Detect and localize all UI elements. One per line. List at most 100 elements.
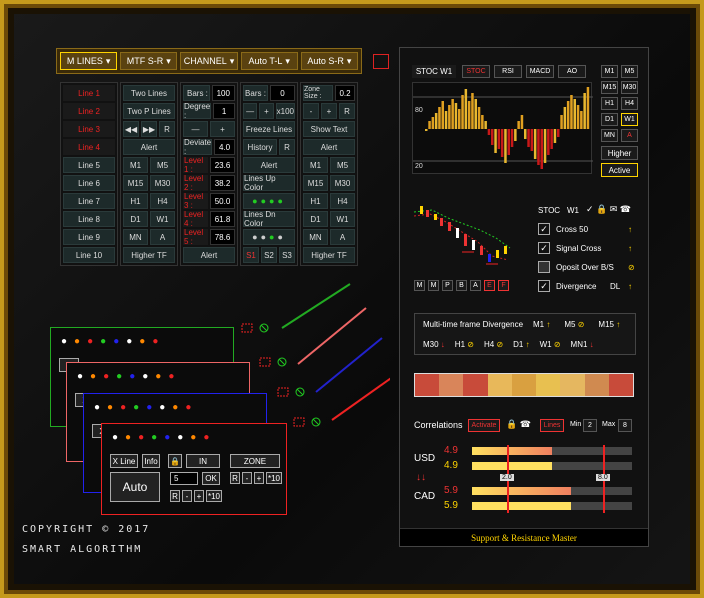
tf-a[interactable]: A [150, 229, 175, 245]
tf-w1[interactable]: W1 [150, 211, 175, 227]
m-lines-dropdown[interactable]: M LINES ▾ [60, 52, 118, 70]
tf-m1[interactable]: M1 [303, 157, 328, 173]
auto-button[interactable]: Auto [110, 472, 160, 502]
tf-m5[interactable]: M5 [150, 157, 175, 173]
value-input[interactable]: 5 [170, 472, 198, 485]
tf-m5[interactable]: M5 [621, 65, 638, 78]
tab-macd[interactable]: MACD [526, 65, 554, 78]
reset-button[interactable]: R [170, 490, 180, 502]
line-button[interactable]: Line 10 [63, 247, 115, 263]
level-input[interactable]: 78.6 [210, 229, 235, 245]
minus-button[interactable]: - [242, 472, 252, 484]
dashed-square-icon[interactable] [293, 417, 305, 427]
letter-button[interactable]: M [414, 280, 425, 291]
s1-button[interactable]: S1 [243, 247, 259, 263]
dashed-square-icon[interactable] [241, 323, 253, 333]
mtf-sr-dropdown[interactable]: MTF S-R ▾ [120, 52, 178, 70]
two-p-lines-button[interactable]: Two P Lines [123, 103, 175, 119]
color-drops-row[interactable]: ● ● ● ● ● ● ● ● [51, 328, 233, 355]
minus-button[interactable]: — [243, 103, 258, 119]
plus-button[interactable]: + [210, 121, 235, 137]
min-input[interactable]: 2 [583, 419, 597, 432]
plus-button[interactable]: + [259, 103, 274, 119]
line-button[interactable]: Line 8 [63, 211, 115, 227]
letter-button[interactable]: E [484, 280, 495, 291]
rewind-button[interactable]: ◀◀ [123, 121, 139, 137]
tf-m15[interactable]: M15 [601, 81, 618, 94]
correlation-icons[interactable]: 🔒 ☎ [506, 419, 531, 430]
two-lines-button[interactable]: Two Lines [123, 85, 175, 101]
zone-size-input[interactable]: 0.2 [335, 85, 355, 101]
tab-rsi[interactable]: RSI [494, 65, 522, 78]
level-input[interactable]: 23.6 [210, 157, 235, 173]
tf-d1[interactable]: D1 [601, 113, 618, 126]
tf-w1[interactable]: W1 [621, 113, 638, 126]
level-input[interactable]: 61.8 [210, 211, 235, 227]
color-drops-up[interactable]: ● ● ● ● [243, 193, 295, 209]
s3-button[interactable]: S3 [279, 247, 295, 263]
forward-button[interactable]: ▶▶ [141, 121, 157, 137]
reset-button[interactable]: R [339, 103, 355, 119]
line-button[interactable]: Line 6 [63, 175, 115, 191]
plus-button[interactable]: + [194, 490, 204, 502]
cross-50-checkbox[interactable]: ✓ [538, 223, 550, 235]
tf-h4[interactable]: H4 [150, 193, 175, 209]
tf-h1[interactable]: H1 [123, 193, 148, 209]
lines-up-color-button[interactable]: Lines Up Color [243, 174, 295, 192]
lines-dn-color-button[interactable]: Lines Dn Color [243, 210, 295, 228]
tf-m1[interactable]: M1 [123, 157, 148, 173]
level-input[interactable]: 50.0 [210, 193, 235, 209]
line-button[interactable]: Line 2 [63, 103, 115, 119]
line-button[interactable]: Line 5 [63, 157, 115, 173]
color-drops-row[interactable]: ● ● ● ● ● ● ● ● [84, 394, 266, 421]
tf-d1[interactable]: D1 [123, 211, 148, 227]
tf-h4[interactable]: H4 [330, 193, 355, 209]
letter-button[interactable]: A [470, 280, 481, 291]
line-button[interactable]: Line 9 [63, 229, 115, 245]
in-button[interactable]: IN [186, 454, 220, 468]
letter-button[interactable]: B [456, 280, 467, 291]
lines-button[interactable]: Lines [540, 419, 564, 432]
dashed-square-icon[interactable] [277, 387, 289, 397]
line-button[interactable]: Line 4 [63, 139, 115, 155]
reset-button[interactable]: R [230, 472, 240, 484]
higher-tf-button[interactable]: Higher TF [303, 247, 355, 263]
alert-button[interactable]: Alert [243, 157, 295, 173]
color-drops-dn[interactable]: ● ● ● ● [243, 229, 295, 245]
higher-button[interactable]: Higher [601, 146, 638, 160]
tf-mn[interactable]: MN [303, 229, 328, 245]
level-input[interactable]: 38.2 [210, 175, 235, 191]
color-drops-row[interactable]: ● ● ● ● ● ● ● ● [67, 363, 249, 390]
stoc-icons[interactable]: ✓ 🔒 ✉ ☎ [586, 204, 631, 215]
x100-button[interactable]: x100 [275, 103, 296, 119]
minus-button[interactable]: — [183, 121, 208, 137]
auto-tl-dropdown[interactable]: Auto T-L ▾ [240, 52, 298, 70]
activate-button[interactable]: Activate [468, 419, 500, 432]
alert-button[interactable]: Alert [183, 247, 235, 263]
bars-input[interactable]: 0 [270, 85, 295, 101]
signal-cross-checkbox[interactable]: ✓ [538, 242, 550, 254]
tf-h1[interactable]: H1 [601, 97, 618, 110]
line-button[interactable]: Line 3 [63, 121, 115, 137]
ok-button[interactable]: OK [202, 472, 220, 485]
tf-mn[interactable]: MN [601, 129, 618, 142]
tab-stoc[interactable]: STOC [462, 65, 490, 78]
x10-button[interactable]: *10 [206, 490, 222, 502]
tf-d1[interactable]: D1 [303, 211, 328, 227]
tf-m15[interactable]: M15 [123, 175, 148, 191]
tf-w1[interactable]: W1 [330, 211, 355, 227]
info-button[interactable]: Info [142, 454, 160, 468]
tf-m30[interactable]: M30 [150, 175, 175, 191]
tf-m15[interactable]: M15 [303, 175, 328, 191]
degree-input[interactable]: 1 [213, 103, 235, 119]
x-line-button[interactable]: X Line [110, 454, 138, 468]
auto-sr-dropdown[interactable]: Auto S-R ▾ [300, 52, 359, 70]
line-button[interactable]: Line 1 [63, 85, 115, 101]
letter-button[interactable]: P [442, 280, 453, 291]
tf-a[interactable]: A [621, 129, 638, 142]
higher-tf-button[interactable]: Higher TF [123, 247, 175, 263]
deviate-input[interactable]: 4.0 [214, 139, 235, 155]
x10-button[interactable]: *10 [266, 472, 282, 484]
channel-dropdown[interactable]: CHANNEL ▾ [180, 52, 238, 70]
tf-a[interactable]: A [330, 229, 355, 245]
